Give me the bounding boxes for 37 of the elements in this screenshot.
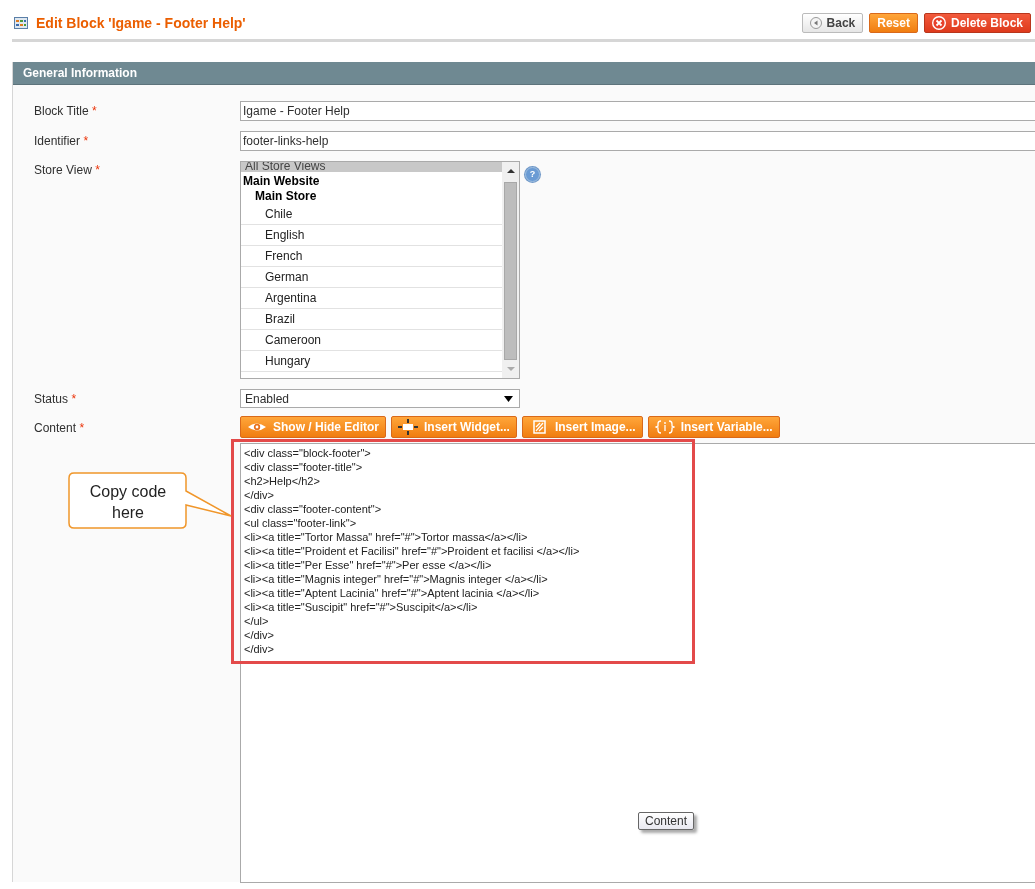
list-option[interactable]: Chile [241, 204, 502, 225]
list-option[interactable]: Argentina [241, 288, 502, 309]
section-header: General Information [13, 62, 1035, 85]
text-field[interactable]: footer-links-help [240, 131, 1035, 151]
field-label: Store View * [34, 162, 101, 177]
required-mark: * [83, 134, 89, 148]
page-title: Edit Block 'Igame - Footer Help' [36, 15, 247, 31]
grid-icon [14, 17, 28, 29]
field-label: Status * [34, 391, 78, 406]
delete-button[interactable]: Delete Block [923, 13, 1031, 33]
list-option[interactable]: All Store Views [241, 162, 502, 172]
list-option[interactable]: Main Website [241, 172, 502, 188]
field-label: Content * [34, 420, 86, 435]
required-mark: * [95, 163, 100, 177]
field-label: Block Title * [34, 103, 98, 118]
list-option[interactable]: Brazil [241, 309, 502, 330]
list-option[interactable]: Cameroon [241, 330, 502, 351]
text-field[interactable]: Igame - Footer Help [240, 101, 1035, 121]
tooltip: Content [638, 812, 695, 830]
list-option[interactable]: Hungary [241, 351, 502, 372]
list-option[interactable]: German [241, 267, 502, 288]
dropdown-value: Enabled [245, 391, 290, 406]
store-view-list[interactable]: All Store Views Main Website Main Store Chile English French German Argentina Brazil Cameroon Hungary [240, 161, 520, 379]
field-label: Identifier * [34, 133, 90, 148]
list-option[interactable]: Main Store [241, 188, 502, 204]
required-mark: * [92, 104, 97, 118]
required-mark: * [79, 421, 85, 435]
back-button[interactable]: Back [801, 13, 864, 33]
scrollbar[interactable] [502, 162, 519, 378]
widget-icon [398, 419, 418, 435]
required-mark: * [71, 392, 77, 406]
delete-icon [931, 16, 946, 30]
dropdown-caret-icon [504, 395, 513, 402]
status-dropdown[interactable]: Enabled [240, 389, 520, 408]
braces-icon [654, 419, 675, 435]
list-option[interactable]: English [241, 225, 502, 246]
list-option[interactable]: French [241, 246, 502, 267]
